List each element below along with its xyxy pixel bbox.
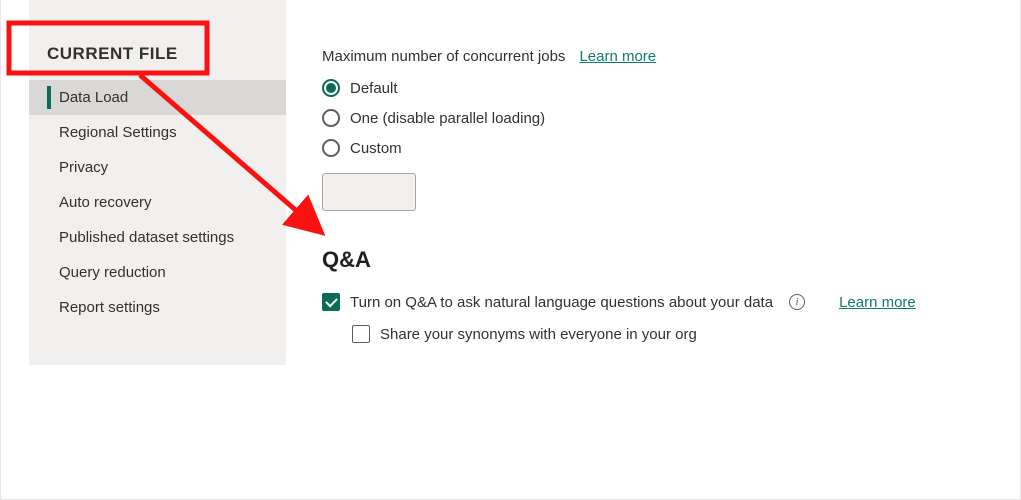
radio-option-default[interactable]: Default (322, 79, 1008, 97)
radio-label: One (disable parallel loading) (350, 110, 545, 127)
radio-icon (322, 139, 340, 157)
sidebar-item-label: Privacy (59, 159, 108, 176)
qa-section: Q&A Turn on Q&A to ask natural language … (322, 247, 1008, 343)
radio-option-custom[interactable]: Custom (322, 139, 1008, 157)
qa-share-label: Share your synonyms with everyone in you… (380, 326, 697, 343)
sidebar-item-published-dataset-settings[interactable]: Published dataset settings (29, 220, 286, 255)
qa-learn-more-link[interactable]: Learn more (839, 294, 916, 311)
radio-option-one[interactable]: One (disable parallel loading) (322, 109, 1008, 127)
custom-jobs-input[interactable] (322, 173, 416, 211)
sidebar-items: Data Load Regional Settings Privacy Auto… (29, 80, 286, 325)
qa-share-checkbox[interactable] (352, 325, 370, 343)
radio-icon (322, 79, 340, 97)
qa-enable-label: Turn on Q&A to ask natural language ques… (350, 294, 773, 311)
learn-more-link[interactable]: Learn more (579, 48, 656, 65)
sidebar-item-label: Regional Settings (59, 124, 177, 141)
sidebar-section-header: CURRENT FILE (29, 0, 286, 80)
sidebar-item-data-load[interactable]: Data Load (29, 80, 286, 115)
qa-section-title: Q&A (322, 247, 1008, 273)
radio-label: Default (350, 80, 398, 97)
sidebar-item-regional-settings[interactable]: Regional Settings (29, 115, 286, 150)
concurrent-jobs-options: Default One (disable parallel loading) C… (322, 79, 1008, 211)
sidebar-item-privacy[interactable]: Privacy (29, 150, 286, 185)
qa-enable-row: Turn on Q&A to ask natural language ques… (322, 293, 1008, 311)
sidebar-item-label: Data Load (59, 89, 128, 106)
sidebar-item-auto-recovery[interactable]: Auto recovery (29, 185, 286, 220)
sidebar-item-label: Auto recovery (59, 194, 152, 211)
sidebar-item-label: Report settings (59, 299, 160, 316)
sidebar-item-query-reduction[interactable]: Query reduction (29, 255, 286, 290)
main-content: Maximum number of concurrent jobs Learn … (286, 0, 1020, 499)
radio-icon (322, 109, 340, 127)
sidebar-panel: CURRENT FILE Data Load Regional Settings… (29, 0, 286, 365)
qa-share-row: Share your synonyms with everyone in you… (322, 325, 1008, 343)
sidebar-item-report-settings[interactable]: Report settings (29, 290, 286, 325)
concurrent-jobs-label: Maximum number of concurrent jobs (322, 48, 565, 65)
sidebar: CURRENT FILE Data Load Regional Settings… (1, 0, 286, 499)
qa-enable-checkbox[interactable] (322, 293, 340, 311)
sidebar-item-label: Published dataset settings (59, 229, 234, 246)
radio-label: Custom (350, 140, 402, 157)
info-icon[interactable]: i (789, 294, 805, 310)
parallel-loading-group: Maximum number of concurrent jobs Learn … (322, 48, 1008, 211)
sidebar-item-label: Query reduction (59, 264, 166, 281)
